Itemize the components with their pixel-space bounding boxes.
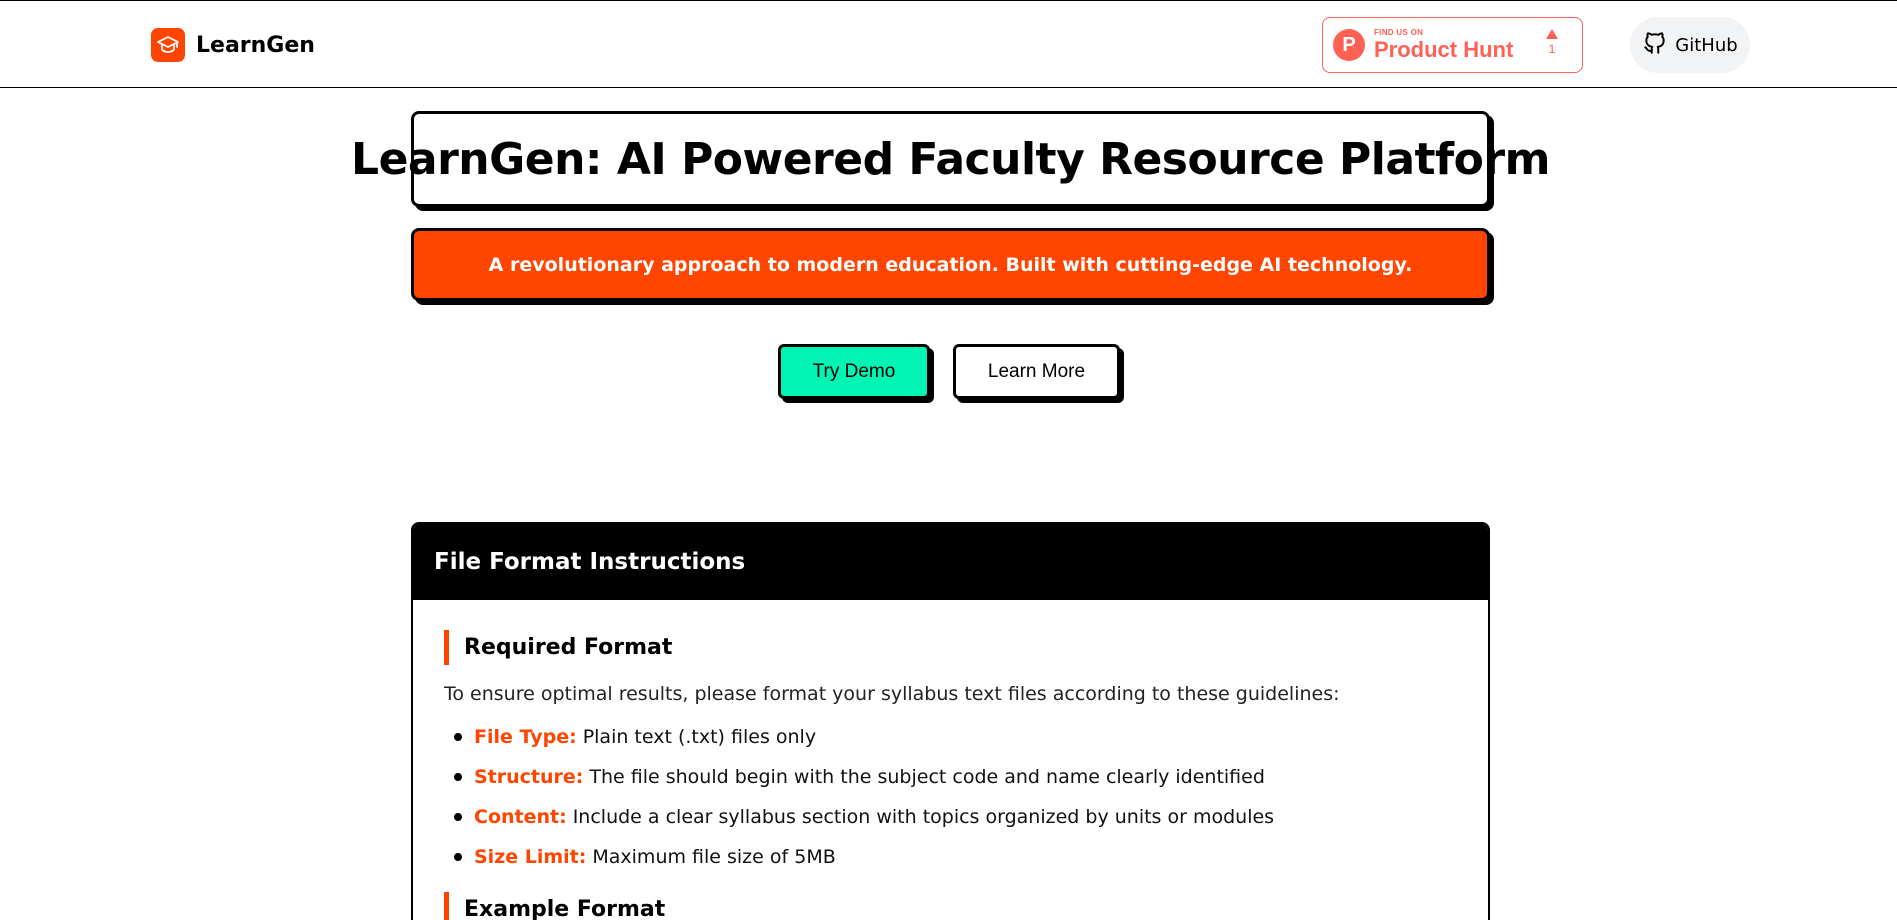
bullet-icon — [454, 773, 462, 781]
file-format-instructions-card: File Format Instructions Required Format… — [411, 522, 1490, 920]
requirement-text: Include a clear syllabus section with to… — [572, 806, 1275, 828]
graduation-cap-icon — [151, 28, 185, 62]
hero-banner: A revolutionary approach to modern educa… — [411, 228, 1490, 301]
upvote-counter: 1 — [1544, 29, 1560, 56]
bullet-icon — [454, 813, 462, 821]
list-item: Structure: The file should begin with th… — [444, 757, 1488, 797]
list-item: File Type: Plain text (.txt) files only — [444, 717, 1488, 757]
instructions-intro: To ensure optimal results, please format… — [444, 683, 1340, 705]
learn-more-button[interactable]: Learn More — [953, 344, 1120, 399]
bullet-icon — [454, 733, 462, 741]
example-format-heading: Example Format — [444, 892, 1488, 920]
github-icon — [1642, 30, 1668, 60]
requirement-key: File Type: — [474, 726, 577, 748]
product-hunt-title: Product Hunt — [1374, 37, 1514, 62]
card-body: Required Format To ensure optimal result… — [413, 600, 1488, 920]
product-hunt-icon: P — [1333, 29, 1365, 61]
example-format-title: Example Format — [464, 897, 666, 920]
brand-name: LearnGen — [196, 32, 315, 58]
requirement-key: Structure: — [474, 766, 584, 788]
requirement-text: Plain text (.txt) files only — [582, 726, 817, 748]
bullet-icon — [454, 853, 462, 861]
upvote-count: 1 — [1548, 42, 1556, 56]
format-requirements-list: File Type: Plain text (.txt) files only … — [444, 717, 1488, 877]
card-title: File Format Instructions — [434, 549, 746, 575]
requirement-key: Content: — [474, 806, 567, 828]
github-button[interactable]: GitHub — [1630, 17, 1750, 73]
try-demo-button[interactable]: Try Demo — [778, 344, 930, 399]
requirement-text: The file should begin with the subject c… — [589, 766, 1265, 788]
required-format-title: Required Format — [464, 635, 673, 660]
card-header: File Format Instructions — [413, 524, 1488, 600]
required-format-heading: Required Format — [444, 630, 1488, 665]
brand[interactable]: LearnGen — [151, 28, 315, 62]
top-navigation: LearnGen P FIND US ON Product Hunt 1 Git… — [0, 0, 1897, 88]
list-item: Content: Include a clear syllabus sectio… — [444, 797, 1488, 837]
upvote-arrow-icon — [1546, 29, 1558, 39]
product-hunt-badge[interactable]: P FIND US ON Product Hunt 1 — [1322, 17, 1583, 73]
hero-subtitle: A revolutionary approach to modern educa… — [488, 253, 1413, 276]
requirement-text: Maximum file size of 5MB — [592, 846, 836, 868]
product-hunt-text: FIND US ON Product Hunt — [1374, 29, 1513, 61]
page-title: LearnGen: AI Powered Faculty Resource Pl… — [351, 133, 1550, 185]
product-hunt-caption: FIND US ON — [1374, 28, 1424, 37]
requirement-key: Size Limit: — [474, 846, 587, 868]
github-label: GitHub — [1675, 34, 1738, 56]
hero-title-box: LearnGen: AI Powered Faculty Resource Pl… — [351, 111, 1550, 207]
list-item: Size Limit: Maximum file size of 5MB — [444, 837, 1488, 877]
